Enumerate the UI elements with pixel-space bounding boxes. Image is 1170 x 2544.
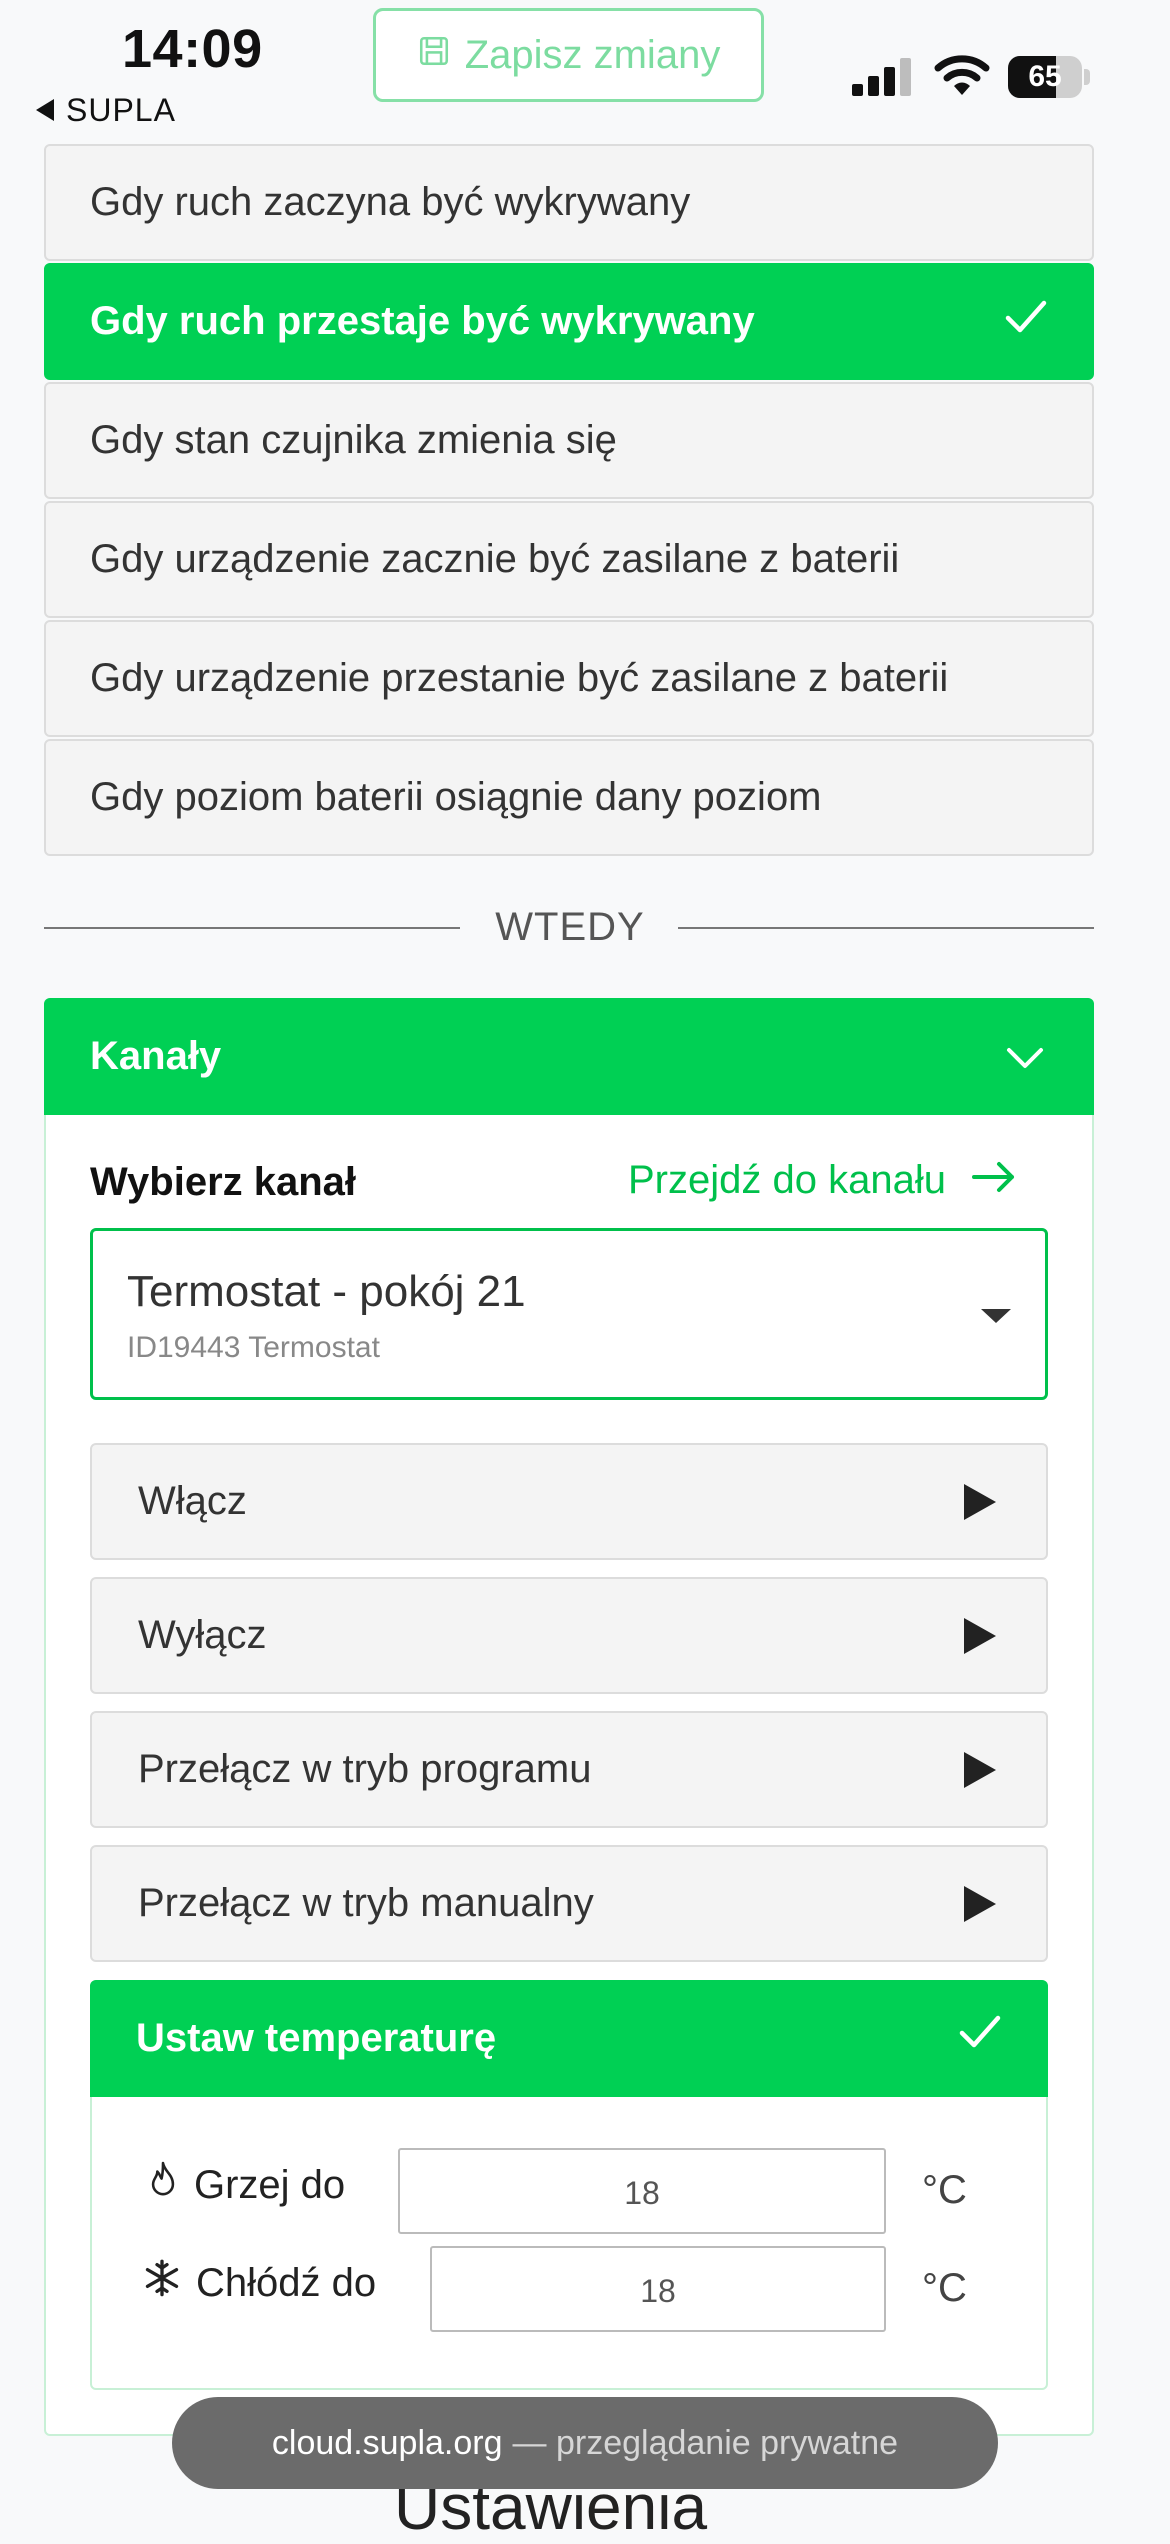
play-icon (964, 1618, 996, 1654)
action-option-label: Wyłącz (138, 1613, 267, 1657)
action-option[interactable]: Przełącz w tryb manualny (90, 1845, 1048, 1962)
channels-header-label: Kanały (90, 1034, 222, 1078)
select-channel-label: Wybierz kanał (90, 1160, 357, 1204)
trigger-option[interactable]: Gdy urządzenie zacznie być zasilane z ba… (44, 501, 1094, 618)
save-changes-label: Zapisz zmiany (464, 32, 721, 77)
battery-level: 65 (1028, 60, 1062, 93)
cool-to-label-row: Chłódź do (142, 2258, 376, 2308)
heat-unit: °C (922, 2168, 967, 2212)
wifi-icon (934, 52, 990, 98)
battery-icon: 65 (1008, 56, 1090, 98)
trigger-option-label: Gdy ruch przestaje być wykrywany (90, 299, 755, 343)
checkmark-icon (1004, 299, 1048, 345)
action-option[interactable]: Włącz (90, 1443, 1048, 1560)
cool-unit: °C (922, 2266, 967, 2310)
heat-to-label-row: Grzej do (146, 2160, 345, 2210)
channels-header[interactable]: Kanały (44, 998, 1094, 1115)
trigger-option-label: Gdy urządzenie zacznie być zasilane z ba… (90, 537, 900, 581)
chevron-down-icon (1006, 1036, 1044, 1081)
flame-icon (146, 2160, 180, 2210)
trigger-option-label: Gdy ruch zaczyna być wykrywany (90, 180, 691, 224)
go-to-channel-link[interactable]: Przejdź do kanału (628, 1158, 1016, 1203)
back-arrow-icon (36, 98, 54, 121)
divider-label: WTEDY (495, 905, 645, 949)
floppy-disk-icon (417, 33, 451, 78)
go-to-channel-label: Przejdź do kanału (628, 1158, 946, 1202)
trigger-option-label: Gdy stan czujnika zmienia się (90, 418, 617, 462)
channel-select[interactable]: Termostat - pokój 21 ID19443 Termostat (90, 1228, 1048, 1400)
cool-to-label: Chłódź do (196, 2260, 377, 2305)
trigger-option-label: Gdy urządzenie przestanie być zasilane z… (90, 656, 949, 700)
caret-down-icon (981, 1309, 1011, 1323)
trigger-option[interactable]: Gdy ruch przestaje być wykrywany (44, 263, 1094, 380)
status-time: 14:09 (122, 19, 263, 79)
trigger-option-label: Gdy poziom baterii osiągnie dany poziom (90, 775, 822, 819)
divider-line-right (678, 927, 1094, 929)
back-app-label: SUPLA (66, 92, 176, 128)
snowflake-icon (142, 2258, 182, 2308)
trigger-option[interactable]: Gdy poziom baterii osiągnie dany poziom (44, 739, 1094, 856)
play-icon (964, 1886, 996, 1922)
heat-to-label: Grzej do (194, 2162, 346, 2207)
save-changes-button[interactable]: Zapisz zmiany (373, 8, 764, 102)
divider-line-left (44, 927, 460, 929)
action-option[interactable]: Przełącz w tryb programu (90, 1711, 1048, 1828)
action-option-label: Włącz (138, 1479, 247, 1523)
set-temperature-option[interactable]: Ustaw temperaturę (90, 1980, 1048, 2097)
private-browsing-toast: cloud.supla.org — przeglądanie prywatne (172, 2397, 998, 2489)
action-option-label: Przełącz w tryb programu (138, 1747, 592, 1791)
toast-suffix: — przeglądanie prywatne (512, 2423, 899, 2462)
arrow-right-icon (971, 1158, 1016, 1203)
channel-select-name: Termostat - pokój 21 (127, 1267, 526, 1316)
heat-to-input[interactable]: 18 (398, 2148, 886, 2234)
play-icon (964, 1752, 996, 1788)
cellular-signal-icon (852, 58, 914, 96)
action-option-label: Przełącz w tryb manualny (138, 1881, 594, 1925)
back-to-app-button[interactable]: SUPLA (36, 92, 176, 129)
channel-select-sub: ID19443 Termostat (127, 1331, 380, 1364)
action-option[interactable]: Wyłącz (90, 1577, 1048, 1694)
cool-to-input[interactable]: 18 (430, 2246, 886, 2332)
trigger-option[interactable]: Gdy stan czujnika zmienia się (44, 382, 1094, 499)
toast-host: cloud.supla.org (271, 2423, 503, 2462)
set-temperature-label: Ustaw temperaturę (136, 2016, 497, 2060)
checkmark-icon (958, 2014, 1002, 2060)
trigger-option[interactable]: Gdy ruch zaczyna być wykrywany (44, 144, 1094, 261)
trigger-option[interactable]: Gdy urządzenie przestanie być zasilane z… (44, 620, 1094, 737)
play-icon (964, 1484, 996, 1520)
